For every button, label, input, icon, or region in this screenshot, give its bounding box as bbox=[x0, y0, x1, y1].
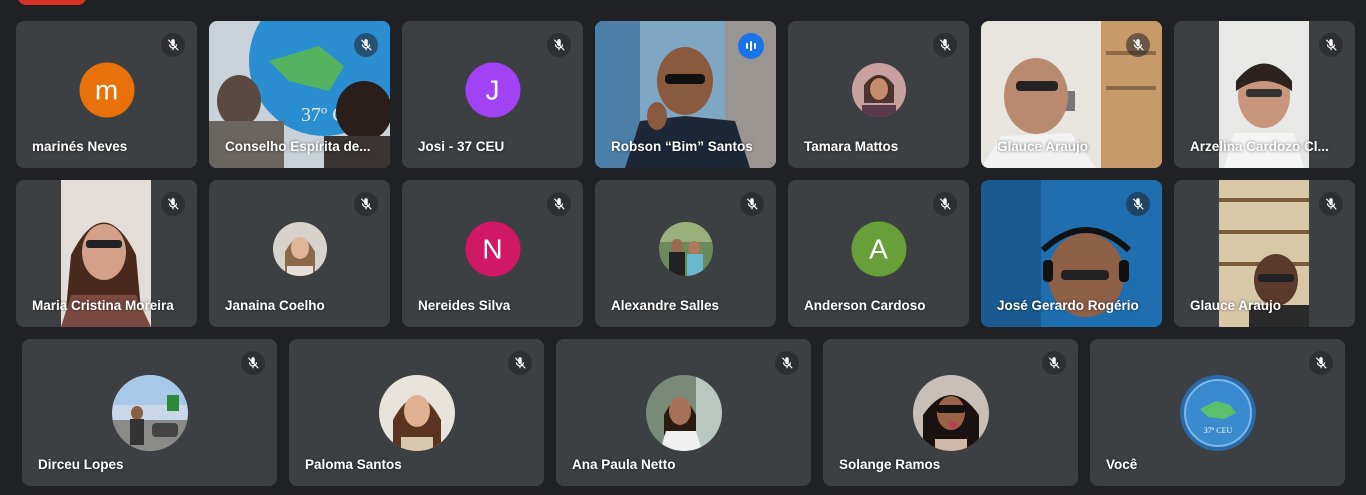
mic-off-icon bbox=[933, 33, 957, 57]
mic-off-icon bbox=[1309, 351, 1333, 375]
participant-name: Você bbox=[1106, 457, 1138, 472]
participant-tile[interactable]: N Nereides Silva bbox=[402, 180, 583, 327]
participant-name: marinés Neves bbox=[32, 139, 128, 154]
avatar bbox=[111, 374, 188, 451]
avatar bbox=[851, 63, 906, 118]
participant-tile[interactable]: Paloma Santos bbox=[289, 339, 544, 486]
participant-tile-active-speaker[interactable]: Robson “Bim” Santos bbox=[595, 21, 776, 168]
participant-name: Arzelina Cardozo Cl... bbox=[1190, 139, 1329, 154]
participant-tile[interactable]: m marinés Neves bbox=[16, 21, 197, 168]
participant-name: Josi - 37 CEU bbox=[418, 139, 505, 154]
participant-name: Ana Paula Netto bbox=[572, 457, 676, 472]
mic-off-icon bbox=[354, 192, 378, 216]
participant-name: Tamara Mattos bbox=[804, 139, 899, 154]
participant-tile[interactable]: Dirceu Lopes bbox=[22, 339, 277, 486]
participant-tile[interactable]: Janaina Coelho bbox=[209, 180, 390, 327]
avatar bbox=[658, 222, 713, 277]
mic-off-icon bbox=[547, 192, 571, 216]
mic-off-icon bbox=[354, 33, 378, 57]
participant-name: Robson “Bim” Santos bbox=[611, 139, 753, 154]
participant-tile[interactable]: Ana Paula Netto bbox=[556, 339, 811, 486]
participant-grid-row-2: Maria Cristina Moreira Janaina Coelho N … bbox=[16, 180, 1355, 327]
participant-name: Janaina Coelho bbox=[225, 298, 325, 313]
participant-tile[interactable]: J Josi - 37 CEU bbox=[402, 21, 583, 168]
participant-name: Maria Cristina Moreira bbox=[32, 298, 174, 313]
mic-off-icon bbox=[933, 192, 957, 216]
participant-tile[interactable]: 37º CE Conselho Espírita de... bbox=[209, 21, 390, 168]
participant-tile-self[interactable]: 37º CEU Você bbox=[1090, 339, 1345, 486]
participant-grid-row-3: Dirceu Lopes Paloma Santos Ana Paula Net… bbox=[22, 339, 1345, 486]
participant-name: Glauce Araujo bbox=[1190, 298, 1282, 313]
participant-tile[interactable]: José Gerardo Rogério bbox=[981, 180, 1162, 327]
participant-name: Alexandre Salles bbox=[611, 298, 720, 313]
avatar: A bbox=[851, 221, 906, 277]
avatar: N bbox=[465, 221, 520, 277]
audio-level-icon bbox=[738, 33, 764, 59]
participant-name: José Gerardo Rogério bbox=[997, 298, 1139, 313]
avatar: J bbox=[465, 62, 520, 118]
mic-off-icon bbox=[161, 192, 185, 216]
mic-off-icon bbox=[241, 351, 265, 375]
mic-off-icon bbox=[1319, 192, 1343, 216]
mic-off-icon bbox=[547, 33, 571, 57]
participant-name: Paloma Santos bbox=[305, 457, 402, 472]
participant-tile[interactable]: Alexandre Salles bbox=[595, 180, 776, 327]
mic-off-icon bbox=[1319, 33, 1343, 57]
mic-off-icon bbox=[508, 351, 532, 375]
participant-tile[interactable]: Solange Ramos bbox=[823, 339, 1078, 486]
mic-off-icon bbox=[775, 351, 799, 375]
participant-name: Solange Ramos bbox=[839, 457, 941, 472]
participant-tile[interactable]: Glauce Araujo bbox=[1174, 180, 1355, 327]
participant-name: Nereides Silva bbox=[418, 298, 511, 313]
logo-text: 37º CEU bbox=[1203, 426, 1232, 435]
mic-off-icon bbox=[161, 33, 185, 57]
recording-indicator bbox=[18, 0, 86, 5]
participant-name: Glauce Araujo bbox=[997, 139, 1089, 154]
participant-grid-row-1: m marinés Neves 37º CE Conselho Espírita… bbox=[16, 21, 1355, 168]
participant-name: Conselho Espírita de... bbox=[225, 139, 371, 154]
mic-off-icon bbox=[1126, 33, 1150, 57]
avatar: m bbox=[79, 62, 134, 118]
logo-avatar: 37º CEU bbox=[1179, 374, 1256, 451]
mic-off-icon bbox=[740, 192, 764, 216]
participant-name: Anderson Cardoso bbox=[804, 298, 926, 313]
avatar bbox=[272, 222, 327, 277]
mic-off-icon bbox=[1126, 192, 1150, 216]
participant-tile[interactable]: Maria Cristina Moreira bbox=[16, 180, 197, 327]
participant-tile[interactable]: A Anderson Cardoso bbox=[788, 180, 969, 327]
participant-tile[interactable]: Tamara Mattos bbox=[788, 21, 969, 168]
participant-tile[interactable]: Arzelina Cardozo Cl... bbox=[1174, 21, 1355, 168]
participant-name: Dirceu Lopes bbox=[38, 457, 124, 472]
avatar bbox=[378, 374, 455, 451]
mic-off-icon bbox=[1042, 351, 1066, 375]
avatar bbox=[645, 374, 722, 451]
participant-tile[interactable]: Glauce Araujo bbox=[981, 21, 1162, 168]
avatar bbox=[912, 374, 989, 451]
